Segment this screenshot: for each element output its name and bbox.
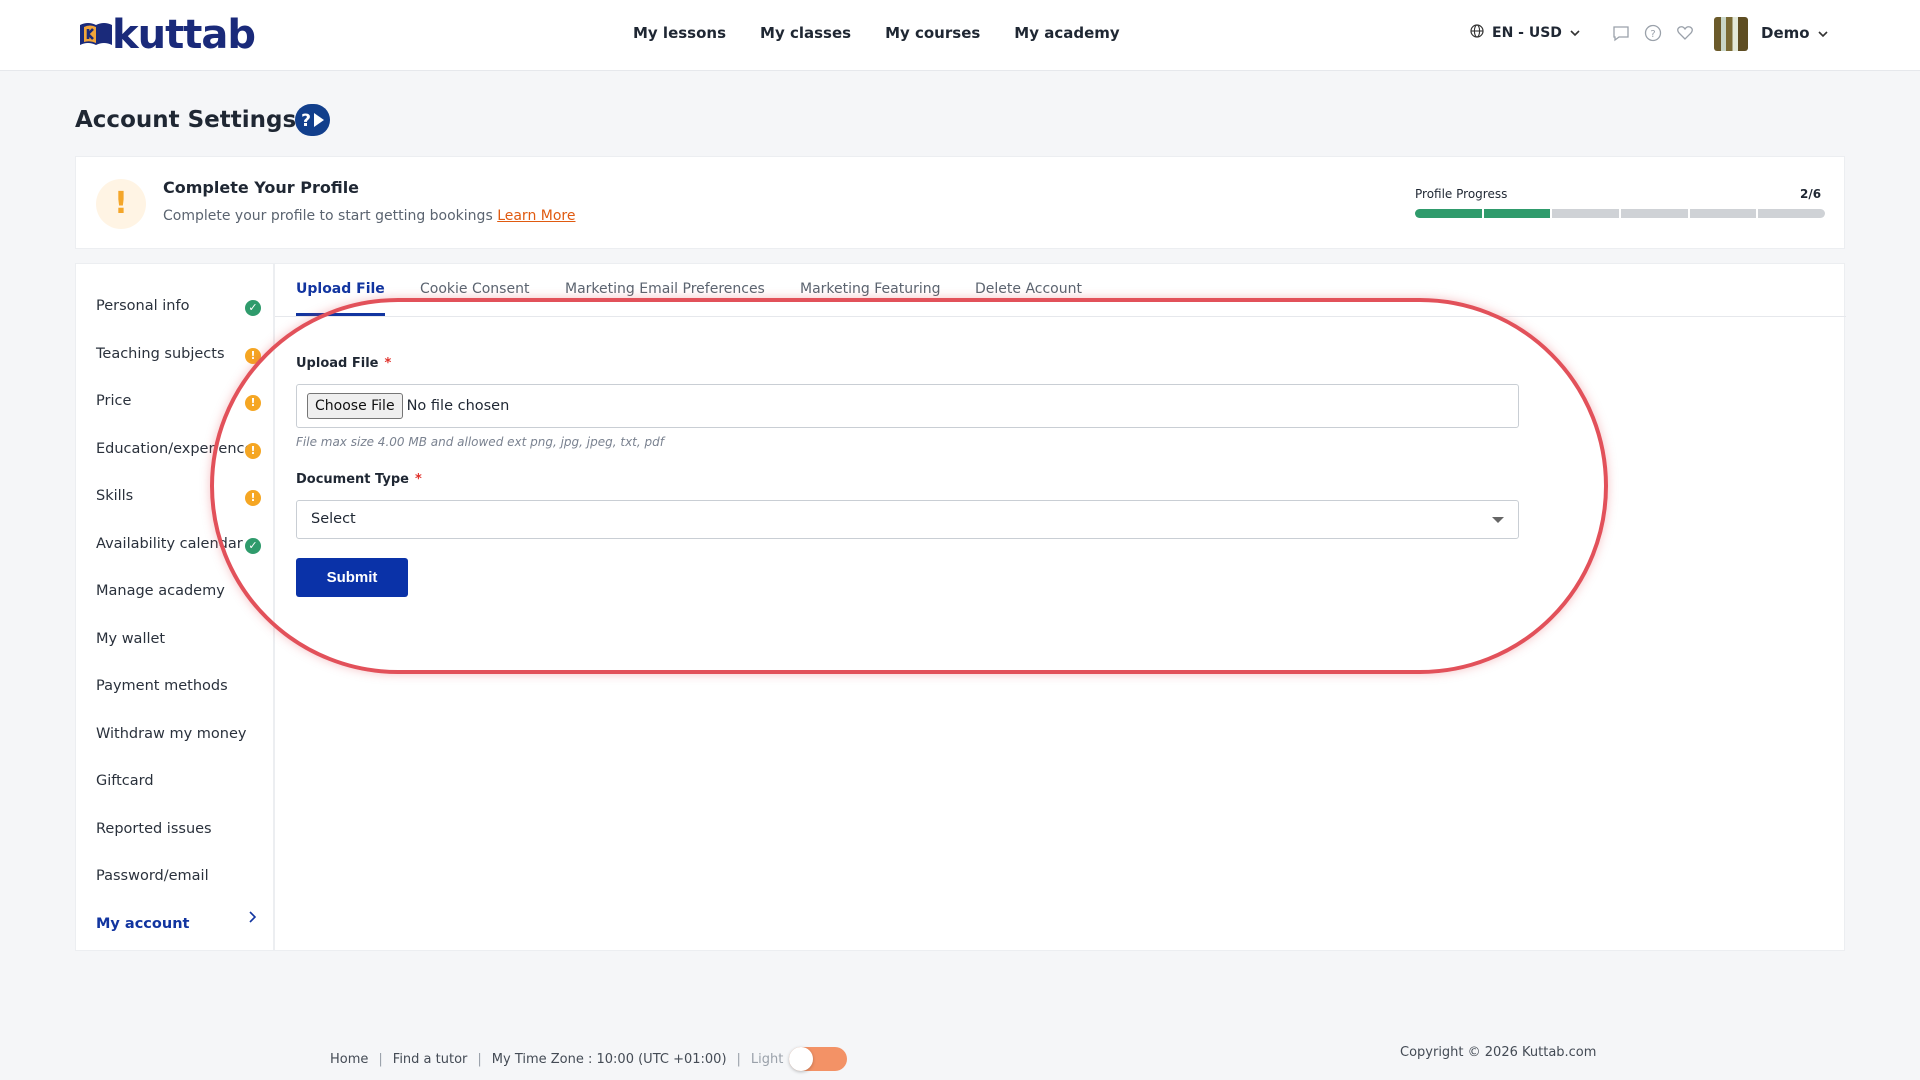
heart-icon[interactable] [1676, 24, 1694, 42]
main-nav: My lessons My classes My courses My acad… [633, 24, 1120, 42]
footer-home-link[interactable]: Home [330, 1052, 368, 1067]
top-header: kuttab My lessons My classes My courses … [0, 0, 1920, 71]
sidebar-item-price[interactable]: Price [96, 393, 131, 409]
upload-file-label-text: Upload File [296, 356, 379, 371]
document-type-select[interactable]: Select [296, 500, 1519, 539]
tab-marketing-featuring[interactable]: Marketing Featuring [800, 281, 940, 297]
footer-separator: | [477, 1051, 482, 1067]
nav-my-classes[interactable]: My classes [760, 24, 851, 42]
warning-icon: ! [245, 442, 261, 459]
theme-label: Light [750, 1051, 784, 1067]
profile-card-text: Complete your profile to start getting b… [163, 208, 493, 224]
active-tab-indicator [296, 313, 385, 316]
brand-logo[interactable]: kuttab [76, 12, 256, 58]
check-icon: ✓ [245, 537, 261, 554]
avatar[interactable] [1714, 17, 1748, 51]
svg-text:?: ? [1650, 29, 1655, 40]
sidebar-item-my-account[interactable]: My account [96, 916, 189, 932]
chevron-down-icon [1570, 25, 1580, 41]
tab-delete-account[interactable]: Delete Account [975, 281, 1082, 297]
footer-separator: | [736, 1051, 741, 1067]
sidebar-item-manage-academy[interactable]: Manage academy [96, 583, 225, 599]
sidebar-item-password-email[interactable]: Password/email [96, 868, 209, 884]
file-upload-input[interactable]: Choose File No file chosen [296, 384, 1519, 428]
nav-my-academy[interactable]: My academy [1014, 24, 1119, 42]
chevron-down-icon [1817, 24, 1828, 42]
nav-my-courses[interactable]: My courses [885, 24, 980, 42]
footer-separator: | [378, 1051, 383, 1067]
file-status: No file chosen [406, 398, 510, 414]
document-type-value: Select [311, 511, 356, 527]
header-icons: ? [1612, 24, 1694, 42]
tab-marketing-email-preferences[interactable]: Marketing Email Preferences [565, 281, 765, 297]
logo-book-icon [76, 15, 116, 55]
document-type-label-text: Document Type [296, 472, 409, 487]
nav-my-lessons[interactable]: My lessons [633, 24, 726, 42]
chat-icon[interactable] [1612, 24, 1630, 42]
caret-down-icon [1492, 517, 1504, 523]
settings-main-panel: Upload File Cookie Consent Marketing Ema… [274, 263, 1846, 951]
profile-completion-card: ! Complete Your Profile Complete your pr… [75, 156, 1845, 249]
svg-text:?: ? [301, 111, 311, 131]
required-mark: * [414, 472, 422, 487]
warning-icon: ! [245, 347, 261, 364]
file-hint: File max size 4.00 MB and allowed ext pn… [296, 435, 664, 449]
page-title: Account Settings [75, 107, 297, 133]
footer-links: Home | Find a tutor | My Time Zone : 10:… [330, 1047, 848, 1071]
warning-icon: ! [245, 395, 261, 411]
settings-tabs: Upload File Cookie Consent Marketing Ema… [275, 264, 1846, 317]
logo-text: kuttab [112, 12, 256, 58]
sidebar-item-my-wallet[interactable]: My wallet [96, 631, 165, 647]
learn-more-link[interactable]: Learn More [497, 208, 575, 224]
sidebar-item-teaching-subjects[interactable]: Teaching subjects [96, 346, 225, 362]
progress-count: 2/6 [1800, 187, 1822, 201]
check-icon: ✓ [245, 300, 261, 316]
sidebar-item-reported-issues[interactable]: Reported issues [96, 821, 212, 837]
chevron-right-icon [247, 910, 257, 928]
user-name: Demo [1761, 24, 1810, 42]
required-mark: * [384, 356, 392, 371]
help-video-icon[interactable]: ? [295, 104, 330, 136]
globe-icon [1470, 24, 1484, 42]
copyright: Copyright © 2026 Kuttab.com [1400, 1045, 1597, 1060]
submit-button[interactable]: Submit [296, 558, 408, 597]
document-type-label: Document Type * [296, 472, 422, 487]
sidebar-item-payment-methods[interactable]: Payment methods [96, 678, 228, 694]
progress-segment [1483, 209, 1551, 218]
sidebar-item-giftcard[interactable]: Giftcard [96, 773, 154, 789]
profile-progress-bar [1415, 209, 1825, 218]
sidebar-item-withdraw-my-money[interactable]: Withdraw my money [96, 726, 246, 742]
locale-selector[interactable]: EN - USD [1470, 24, 1580, 42]
settings-sidebar: Personal info ✓ Teaching subjects! Price! Ed… [75, 263, 274, 951]
tab-upload-file[interactable]: Upload File [296, 281, 385, 297]
sidebar-item-personal-info[interactable]: Personal info [96, 298, 189, 314]
progress-segment [1621, 209, 1688, 218]
sidebar-item-skills[interactable]: Skills [96, 488, 133, 504]
footer-find-tutor-link[interactable]: Find a tutor [393, 1052, 468, 1067]
warning-icon: ! [245, 490, 261, 506]
upload-file-label: Upload File * [296, 356, 391, 371]
sidebar-item-education-experience[interactable]: Education/experience [96, 441, 253, 457]
progress-segment [1758, 209, 1825, 218]
profile-card-description: Complete your profile to start getting b… [163, 208, 575, 224]
theme-toggle[interactable] [789, 1047, 848, 1071]
progress-segment [1415, 209, 1482, 218]
progress-segment [1689, 209, 1757, 218]
footer-timezone[interactable]: My Time Zone : 10:00 (UTC +01:00) [492, 1052, 727, 1067]
profile-card-title: Complete Your Profile [163, 178, 360, 197]
user-menu[interactable]: Demo [1761, 24, 1828, 42]
progress-label: Profile Progress [1415, 187, 1508, 201]
tab-cookie-consent[interactable]: Cookie Consent [420, 281, 529, 297]
warning-icon: ! [96, 179, 146, 229]
progress-segment [1552, 209, 1620, 218]
sidebar-item-availability-calendar[interactable]: Availability calendar [96, 536, 243, 552]
help-icon[interactable]: ? [1644, 24, 1662, 42]
locale-label: EN - USD [1492, 25, 1562, 41]
choose-file-button[interactable]: Choose File [307, 393, 403, 419]
toggle-knob [789, 1047, 814, 1071]
